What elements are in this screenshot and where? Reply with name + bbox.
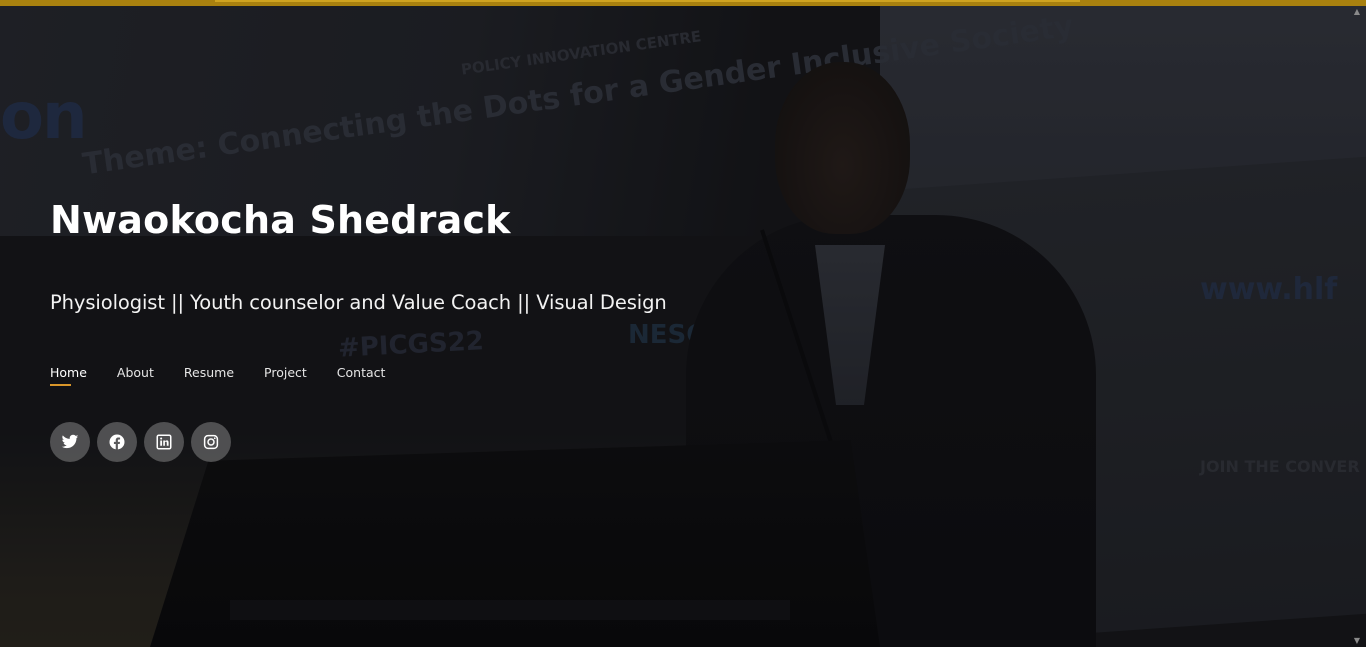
nav-link-project[interactable]: Project — [264, 365, 307, 386]
facebook-icon — [109, 434, 125, 450]
nav-item-resume: Resume — [184, 362, 234, 386]
instagram-icon — [203, 434, 219, 450]
nav-link-home[interactable]: Home — [50, 365, 87, 386]
social-links — [50, 422, 231, 462]
twitter-icon — [61, 434, 79, 449]
hero-name: Nwaokocha Shedrack — [50, 198, 511, 242]
scroll-down-arrow[interactable]: ▼ — [1352, 637, 1362, 645]
top-accent-bar — [0, 0, 1366, 6]
facebook-button[interactable] — [97, 422, 137, 462]
dark-overlay — [0, 0, 1366, 647]
linkedin-button[interactable] — [144, 422, 184, 462]
linkedin-icon — [156, 434, 172, 450]
nav-item-about: About — [117, 362, 154, 386]
instagram-button[interactable] — [191, 422, 231, 462]
top-accent-highlight — [215, 0, 1080, 2]
main-nav: Home About Resume Project Contact — [50, 362, 415, 386]
nav-link-contact[interactable]: Contact — [337, 365, 386, 386]
twitter-button[interactable] — [50, 422, 90, 462]
nav-link-resume[interactable]: Resume — [184, 365, 234, 386]
nav-link-about[interactable]: About — [117, 365, 154, 386]
nav-item-project: Project — [264, 362, 307, 386]
nav-item-home: Home — [50, 362, 87, 386]
nav-item-contact: Contact — [337, 362, 386, 386]
scroll-up-arrow[interactable]: ▲ — [1352, 8, 1362, 16]
hero-tagline: Physiologist || Youth counselor and Valu… — [50, 291, 667, 314]
hero-section: on Theme: Connecting the Dots for a Gend… — [0, 0, 1366, 647]
